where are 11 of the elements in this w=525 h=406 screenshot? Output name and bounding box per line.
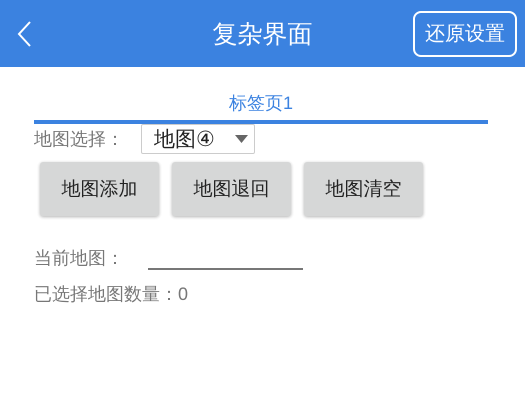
map-select-label: 地图选择： [34,128,124,151]
map-dropdown[interactable]: 地图④ [141,124,255,154]
map-undo-button[interactable]: 地图退回 [172,162,291,216]
page-title: 复杂界面 [212,20,312,48]
current-map-label: 当前地图： [34,247,124,270]
map-count-label: 已选择地图数量：0 [34,283,188,306]
reset-settings-button[interactable]: 还原设置 [413,10,517,56]
map-add-button[interactable]: 地图添加 [40,162,159,216]
tab[interactable]: 标签页1 [34,89,488,124]
caret-icon [235,135,248,143]
map-clear-button[interactable]: 地图清空 [304,162,423,216]
